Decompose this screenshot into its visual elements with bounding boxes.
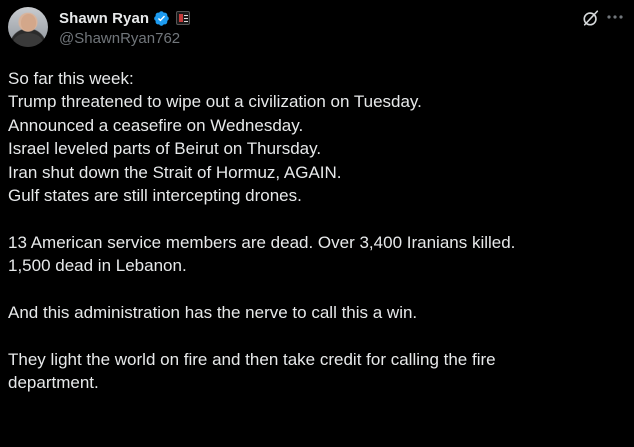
author-handle[interactable]: @ShawnRyan762 [59,30,180,47]
tweet-paragraph: 13 American service members are dead. Ov… [8,232,516,276]
tweet-paragraph-spacer [8,207,626,230]
tweet-paragraph: And this administration has the nerve to… [8,303,418,323]
avatar-shirt [13,33,43,47]
tweet-card: Shawn Ryan @ShawnRyan762 So far this wee… [0,0,634,447]
tweet-text: So far this week: Trump threatened to wi… [8,67,626,395]
tweet-paragraph-spacer [8,324,626,347]
more-icon[interactable] [607,15,623,19]
tweet-paragraph-spacer [8,278,626,301]
tweet-paragraph: So far this week: Trump threatened to wi… [8,69,422,206]
avatar[interactable] [8,7,48,47]
tweet-paragraph: They light the world on fire and then ta… [8,349,496,393]
verified-badge-icon [154,10,169,26]
affiliate-badge-icon[interactable] [176,11,191,25]
author-name-row: Shawn Ryan [59,8,191,28]
avatar-face [21,14,36,31]
grok-icon[interactable] [582,9,600,27]
author-display-name[interactable]: Shawn Ryan [59,10,149,27]
